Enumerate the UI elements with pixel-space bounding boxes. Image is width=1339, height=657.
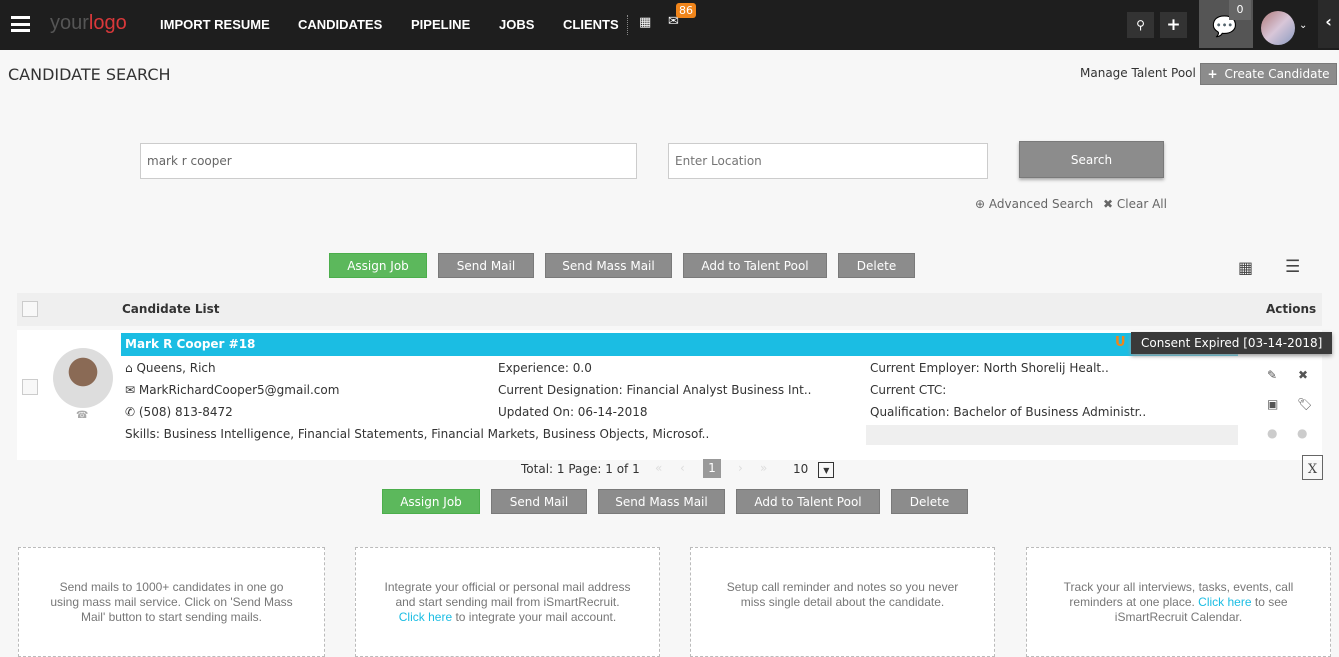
progress-area [866, 425, 1238, 445]
last-page-icon[interactable]: » [760, 461, 767, 475]
nav-clients[interactable]: CLIENTS [563, 17, 619, 32]
avatar[interactable] [1261, 11, 1295, 45]
candidate-email[interactable]: ✉ MarkRichardCooper5@gmail.com [125, 383, 339, 397]
search-icon[interactable]: ⚲ [1127, 12, 1154, 38]
row-checkbox[interactable] [22, 379, 38, 395]
assign-job-button-bottom[interactable]: Assign Job [382, 489, 480, 514]
candidate-photo[interactable] [53, 348, 113, 408]
candidate-employer: Current Employer: North Shorelij Healt.. [870, 361, 1109, 375]
excel-export-icon[interactable]: X [1302, 455, 1323, 480]
add-to-talent-pool-button-bottom[interactable]: Add to Talent Pool [736, 489, 880, 514]
tip-text: Setup call reminder and notes so you nev… [726, 580, 959, 609]
delete-icon[interactable]: ✖ [1298, 368, 1308, 382]
envelope-icon: ✉ [125, 383, 139, 397]
prev-page-icon[interactable]: ‹ [680, 461, 685, 475]
zoom-icon: ⊕ [975, 197, 989, 211]
tip-text: Integrate your official or personal mail… [384, 580, 631, 609]
advanced-search-link[interactable]: ⊕ Advanced Search [975, 197, 1093, 211]
manage-talent-pool-link[interactable]: Manage Talent Pool [1080, 66, 1196, 80]
logo[interactable]: yourlogo [50, 12, 127, 35]
click-here-link[interactable]: Click here [399, 610, 452, 624]
search-button[interactable]: Search [1019, 141, 1164, 178]
chat-badge: 0 [1229, 0, 1251, 20]
home-icon: ⌂ [125, 361, 137, 375]
advanced-search-label: Advanced Search [988, 197, 1094, 211]
first-page-icon[interactable]: « [655, 461, 662, 475]
top-navbar: yourlogo IMPORT RESUME CANDIDATES PIPELI… [0, 0, 1339, 50]
check-circle-icon[interactable]: ● [1267, 426, 1277, 440]
delete-button-bottom[interactable]: Delete [891, 489, 968, 514]
next-page-icon[interactable]: › [738, 461, 743, 475]
tags-icon[interactable]: 🏷 [1297, 397, 1312, 411]
clear-all-link[interactable]: ✖ Clear All [1103, 197, 1167, 211]
add-icon[interactable]: + [1160, 12, 1187, 38]
calendar-icon[interactable]: ▦ [639, 15, 651, 30]
menu-icon[interactable] [11, 16, 30, 32]
nav-jobs[interactable]: JOBS [499, 17, 534, 32]
phone-icon: ✆ [125, 405, 139, 419]
candidate-name-bar [121, 333, 1238, 356]
actions-header: Actions [1266, 302, 1317, 316]
list-view-icon[interactable]: ☰ [1285, 257, 1300, 277]
click-here-link[interactable]: Click here [1198, 595, 1251, 609]
create-candidate-label: Create Candidate [1224, 67, 1330, 81]
consent-tooltip: Consent Expired [03-14-2018] [1131, 332, 1333, 354]
send-mass-mail-button[interactable]: Send Mass Mail [545, 253, 672, 278]
plus-icon: + [1207, 67, 1218, 81]
tip-card-call-reminder: Setup call reminder and notes so you nev… [690, 547, 995, 657]
logo-part: your [50, 12, 89, 34]
chat-button[interactable]: 💬 0 [1199, 0, 1253, 48]
logo-part: logo [88, 12, 127, 34]
candidate-skills: Skills: Business Intelligence, Financial… [125, 427, 710, 441]
pagination-summary: Total: 1 Page: 1 of 1 [521, 462, 640, 476]
select-all-checkbox[interactable] [22, 301, 38, 317]
nav-pipeline[interactable]: PIPELINE [411, 17, 470, 32]
chevron-down-icon[interactable]: ⌄ [1299, 20, 1307, 31]
collapse-icon[interactable]: ‹ [1318, 0, 1339, 48]
page-size-value: 10 [793, 462, 809, 476]
grid-view-icon[interactable]: ▦ [1238, 258, 1253, 277]
candidate-phone: ✆ (508) 813-8472 [125, 405, 233, 419]
chevron-down-icon: ▼ [818, 462, 835, 478]
candidate-ctc: Current CTC: [870, 383, 947, 397]
send-mail-button[interactable]: Send Mail [438, 253, 534, 278]
candidate-designation: Current Designation: Financial Analyst B… [498, 383, 812, 397]
candidate-experience: Experience: 0.0 [498, 361, 592, 375]
tip-card-calendar: Track your all interviews, tasks, events… [1026, 547, 1331, 657]
clear-all-label: Clear All [1116, 197, 1167, 211]
tip-card-mass-mail: Send mails to 1000+ candidates in one go… [18, 547, 325, 657]
nav-candidates[interactable]: CANDIDATES [298, 17, 382, 32]
tip-text: to integrate your mail account. [452, 610, 617, 624]
assign-job-button[interactable]: Assign Job [329, 253, 427, 278]
mail-badge: 86 [676, 3, 696, 18]
tip-card-mail-integration: Integrate your official or personal mail… [355, 547, 660, 657]
send-mass-mail-button-bottom[interactable]: Send Mass Mail [598, 489, 725, 514]
phone-text: (508) 813-8472 [138, 405, 233, 419]
consent-icon[interactable]: U [1115, 335, 1126, 350]
candidate-qualification: Qualification: Bachelor of Business Admi… [870, 405, 1147, 419]
location-input[interactable] [668, 143, 988, 179]
candidate-name-link[interactable]: Mark R Cooper #18 [125, 337, 255, 351]
candidate-list-header: Candidate List [122, 302, 220, 316]
page-title: CANDIDATE SEARCH [8, 65, 171, 84]
minus-circle-icon[interactable]: ● [1297, 426, 1307, 440]
candidate-location: ⌂ Queens, Rich [125, 361, 216, 375]
page-1-button[interactable]: 1 [703, 459, 721, 478]
edit-icon[interactable]: ✎ [1267, 368, 1277, 382]
candidate-updated: Updated On: 06-14-2018 [498, 405, 648, 419]
delete-button[interactable]: Delete [838, 253, 915, 278]
nav-import-resume[interactable]: IMPORT RESUME [160, 17, 270, 32]
tip-text: Send mails to 1000+ candidates in one go… [50, 580, 293, 624]
keyword-search-input[interactable] [140, 143, 637, 179]
send-mail-button-bottom[interactable]: Send Mail [491, 489, 587, 514]
create-candidate-button[interactable]: + Create Candidate [1200, 63, 1337, 85]
divider [627, 15, 628, 35]
save-icon[interactable]: ▣ [1267, 397, 1278, 411]
close-icon: ✖ [1103, 197, 1117, 211]
phone-icon[interactable]: ☎ [76, 410, 88, 421]
location-text: Queens, Rich [136, 361, 216, 375]
email-text: MarkRichardCooper5@gmail.com [138, 383, 340, 397]
add-to-talent-pool-button[interactable]: Add to Talent Pool [683, 253, 827, 278]
page-size-select[interactable]: 10 ▼ [793, 462, 835, 478]
